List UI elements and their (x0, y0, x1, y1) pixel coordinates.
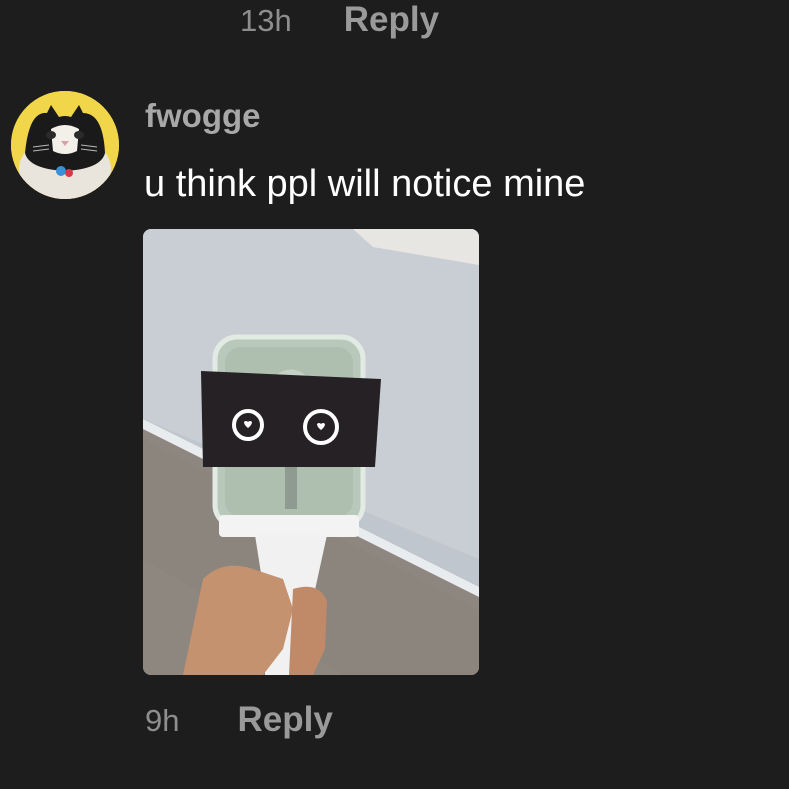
comment-attachment-image[interactable] (143, 229, 479, 675)
comment-meta: 9h Reply (145, 700, 333, 740)
comment-username[interactable]: fwogge (145, 97, 260, 135)
comment-reply-button[interactable]: Reply (237, 700, 332, 740)
previous-comment-reply-button[interactable]: Reply (344, 0, 439, 40)
comment-thread: 13h Reply fwogge u think ppl will notice… (0, 0, 789, 789)
comment-timestamp: 9h (145, 703, 180, 738)
comment-text: u think ppl will notice mine (144, 163, 586, 205)
cat-avatar-icon (11, 91, 119, 199)
lightstick-photo-icon (143, 229, 479, 675)
previous-comment-meta: 13h Reply (240, 0, 439, 40)
previous-comment-timestamp: 13h (240, 3, 292, 38)
user-avatar[interactable] (11, 91, 119, 199)
